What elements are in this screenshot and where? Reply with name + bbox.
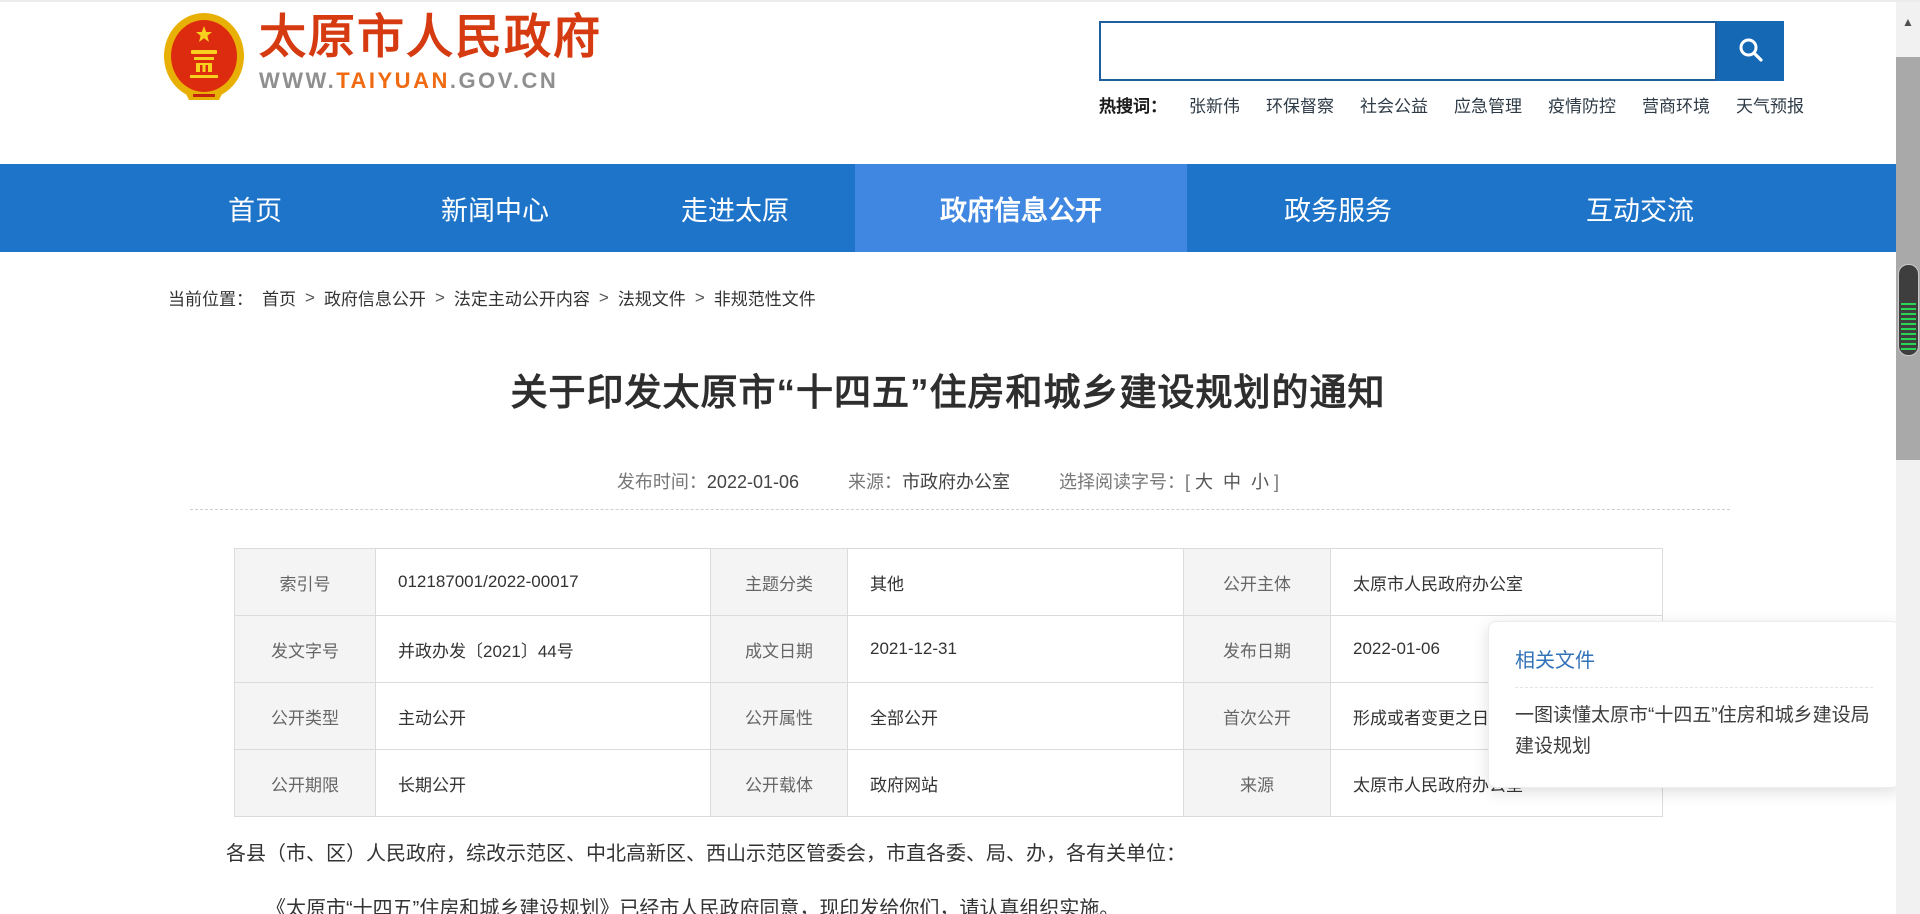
info-value-cell: 其他 — [848, 549, 1184, 616]
hot-keyword-link[interactable]: 社会公益 — [1360, 92, 1428, 117]
site-url: WWW.TAIYUAN.GOV.CN — [259, 68, 602, 94]
site-url-suffix: .GOV.CN — [450, 68, 558, 93]
hot-keyword-link[interactable]: 张新伟 — [1189, 92, 1240, 117]
article-source: 来源：市政府办公室 — [848, 472, 1010, 492]
table-row: 发文字号 并政办发〔2021〕44号 成文日期 2021-12-31 发布日期 … — [235, 616, 1663, 683]
page-title: 关于印发太原市“十四五”住房和城乡建设规划的通知 — [0, 362, 1896, 416]
bracket-close: ] — [1274, 472, 1279, 492]
breadcrumb-link-regulations[interactable]: 法规文件 — [618, 285, 686, 310]
scroll-up-button[interactable]: ▲ — [1896, 2, 1920, 42]
breadcrumb-separator: > — [305, 288, 315, 308]
info-label-cell: 发布日期 — [1184, 616, 1331, 683]
site-name: 太原市人民政府 — [259, 12, 602, 63]
info-value-cell: 012187001/2022-00017 — [376, 549, 711, 616]
info-value-cell: 长期公开 — [376, 750, 711, 817]
info-label-cell: 首次公开 — [1184, 683, 1331, 750]
site-url-highlight: TAIYUAN — [336, 68, 450, 93]
info-label-cell: 公开主体 — [1184, 549, 1331, 616]
info-label-cell: 公开属性 — [711, 683, 848, 750]
page: 太原市人民政府 WWW.TAIYUAN.GOV.CN 热搜词： — [0, 0, 1920, 914]
search-button[interactable] — [1717, 21, 1784, 81]
info-value-cell: 政府网站 — [848, 750, 1184, 817]
nav-item-about-taiyuan[interactable]: 走进太原 — [615, 164, 855, 252]
info-label-cell: 公开载体 — [711, 750, 848, 817]
body-paragraph: 各县（市、区）人民政府，综改示范区、中北高新区、西山示范区管委会，市直各委、局、… — [226, 840, 1646, 868]
breadcrumb-separator: > — [435, 288, 445, 308]
info-label-cell: 主题分类 — [711, 549, 848, 616]
info-value-cell: 全部公开 — [848, 683, 1184, 750]
scrollbar-track[interactable] — [1896, 57, 1920, 460]
info-label-cell: 公开期限 — [235, 750, 376, 817]
table-row: 索引号 012187001/2022-00017 主题分类 其他 公开主体 太原… — [235, 549, 1663, 616]
related-files-panel: 相关文件 一图读懂太原市“十四五”住房和城乡建设局建设规划 — [1488, 621, 1900, 788]
font-size-small[interactable]: 小 — [1251, 472, 1269, 492]
breadcrumb-separator: > — [695, 288, 705, 308]
breadcrumb-link-gov-info[interactable]: 政府信息公开 — [324, 285, 426, 310]
nav-item-gov-info-disclosure[interactable]: 政府信息公开 — [855, 164, 1187, 252]
site-title-block: 太原市人民政府 WWW.TAIYUAN.GOV.CN — [259, 12, 602, 94]
font-size-selector: 选择阅读字号：[大中小] — [1059, 472, 1279, 492]
info-value-cell: 主动公开 — [376, 683, 711, 750]
document-info-table: 索引号 012187001/2022-00017 主题分类 其他 公开主体 太原… — [234, 548, 1663, 817]
related-panel-divider — [1515, 687, 1873, 688]
search-bar — [1099, 21, 1830, 81]
meta-divider — [190, 509, 1730, 510]
nav-item-home[interactable]: 首页 — [135, 164, 375, 252]
font-size-large[interactable]: 大 — [1195, 472, 1213, 492]
search-area: 热搜词： 张新伟 环保督察 社会公益 应急管理 疫情防控 营商环境 天气预报 — [1099, 21, 1830, 117]
site-logo[interactable]: 太原市人民政府 WWW.TAIYUAN.GOV.CN — [163, 12, 602, 109]
font-size-medium[interactable]: 中 — [1223, 472, 1241, 492]
breadcrumb-link-statutory-content[interactable]: 法定主动公开内容 — [454, 285, 590, 310]
info-label-cell: 发文字号 — [235, 616, 376, 683]
hot-keyword-link[interactable]: 营商环境 — [1642, 92, 1710, 117]
breadcrumb: 当前位置： 首页 > 政府信息公开 > 法定主动公开内容 > 法规文件 > 非规… — [168, 285, 816, 310]
related-file-link[interactable]: 一图读懂太原市“十四五”住房和城乡建设局建设规划 — [1515, 700, 1873, 763]
info-label-cell: 成文日期 — [711, 616, 848, 683]
hot-search-label: 热搜词： — [1099, 92, 1167, 117]
search-icon — [1736, 35, 1766, 68]
site-url-prefix: WWW. — [259, 68, 336, 93]
national-emblem-icon — [163, 12, 245, 109]
info-value-cell: 2021-12-31 — [848, 616, 1184, 683]
nav-item-gov-services[interactable]: 政务服务 — [1187, 164, 1489, 252]
bracket-open: [ — [1185, 472, 1190, 492]
nav-item-news[interactable]: 新闻中心 — [375, 164, 615, 252]
page-scrollbar[interactable]: ▲ — [1896, 2, 1920, 914]
info-label-cell: 来源 — [1184, 750, 1331, 817]
breadcrumb-link-non-normative[interactable]: 非规范性文件 — [714, 285, 816, 310]
breadcrumb-separator: > — [599, 288, 609, 308]
breadcrumb-link-home[interactable]: 首页 — [262, 285, 296, 310]
hot-keyword-link[interactable]: 疫情防控 — [1548, 92, 1616, 117]
info-label-cell: 公开类型 — [235, 683, 376, 750]
body-paragraph: 《太原市“十四五”住房和城乡建设规划》已经市人民政府同意，现印发给你们，请认真组… — [226, 895, 1646, 914]
related-panel-title: 相关文件 — [1515, 644, 1873, 673]
search-input[interactable] — [1099, 21, 1717, 81]
publish-time: 发布时间：2022-01-06 — [617, 472, 799, 492]
hot-keyword-link[interactable]: 应急管理 — [1454, 92, 1522, 117]
scrollbar-thumb[interactable] — [1898, 264, 1919, 356]
breadcrumb-label: 当前位置： — [168, 285, 253, 310]
hot-keyword-link[interactable]: 天气预报 — [1736, 92, 1804, 117]
scrollbar-thumb-grip — [1901, 303, 1916, 350]
hot-keyword-link[interactable]: 环保督察 — [1266, 92, 1334, 117]
info-value-cell: 太原市人民政府办公室 — [1331, 549, 1663, 616]
main-nav: 首页 新闻中心 走进太原 政府信息公开 政务服务 互动交流 — [0, 164, 1896, 252]
article-meta: 发布时间：2022-01-06 来源：市政府办公室 选择阅读字号：[大中小] — [0, 468, 1896, 494]
info-value-cell: 并政办发〔2021〕44号 — [376, 616, 711, 683]
site-header: 太原市人民政府 WWW.TAIYUAN.GOV.CN 热搜词： — [0, 2, 1896, 164]
info-label-cell: 索引号 — [235, 549, 376, 616]
hot-search-row: 热搜词： 张新伟 环保督察 社会公益 应急管理 疫情防控 营商环境 天气预报 — [1099, 92, 1830, 117]
table-row: 公开期限 长期公开 公开载体 政府网站 来源 太原市人民政府办公室 — [235, 750, 1663, 817]
up-arrow-icon: ▲ — [1902, 15, 1914, 29]
table-row: 公开类型 主动公开 公开属性 全部公开 首次公开 形成或者变更之日 — [235, 683, 1663, 750]
nav-item-interaction[interactable]: 互动交流 — [1489, 164, 1791, 252]
